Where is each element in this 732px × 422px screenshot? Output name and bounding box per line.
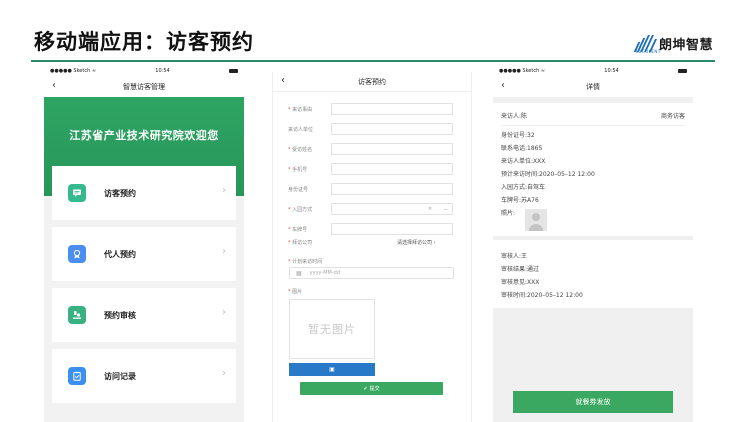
field-label: * 拜访公司 xyxy=(288,240,313,246)
host-name-input[interactable] xyxy=(331,143,453,155)
review-line: 审核意见:XXX xyxy=(501,279,540,286)
logo-text: 朗坤智慧 xyxy=(659,37,714,53)
company-picker[interactable]: 请选择拜访公司 › xyxy=(397,239,436,246)
plate-number-input[interactable] xyxy=(331,223,453,235)
field-label: * 计划来访时间 xyxy=(288,259,323,265)
upload-photo-button[interactable]: ▣ xyxy=(289,363,375,376)
carrier-text: ●●●●● Sketch ≈ xyxy=(499,68,546,74)
status-bar: ●●●●● Sketch ≈ 10:54 xyxy=(44,65,244,77)
entry-method-select[interactable] xyxy=(331,203,453,215)
review-info-card: 审核人:王 审核结果:通过 审核意见:XXX 审核时间:2020–05–12 1… xyxy=(493,240,693,308)
submit-button[interactable]: ✔ 提交 xyxy=(300,382,443,395)
review-line: 审核结果:通过 xyxy=(501,266,540,273)
check-icon: ✔ xyxy=(363,385,368,392)
date-placeholder: yyyy-MM-dd xyxy=(309,270,341,276)
clear-icon[interactable]: × xyxy=(428,206,432,212)
battery-icon xyxy=(228,69,238,73)
review-line: 审核时间:2020–05–12 12:00 xyxy=(501,292,583,299)
menu-label: 访问记录 xyxy=(104,371,136,381)
nav-bar: ‹ 访客预约 xyxy=(273,72,471,92)
image-icon: ▣ xyxy=(329,366,335,373)
info-line: 身份证号:32 xyxy=(501,132,535,139)
nav-title: 访客预约 xyxy=(358,77,386,86)
field-label: * 手机号 xyxy=(288,167,308,173)
visitor-company-input[interactable] xyxy=(331,123,453,135)
visit-date-input[interactable]: ▦ yyyy-MM-dd xyxy=(289,267,454,279)
field-label: 身份证号 xyxy=(288,187,309,193)
id-number-input[interactable] xyxy=(331,183,453,195)
chevron-right-icon: › xyxy=(222,307,226,318)
phone-input[interactable] xyxy=(331,163,453,175)
menu-item-booking-review[interactable]: 预约审核 › xyxy=(52,288,236,342)
phone-home-screen: ●●●●● Sketch ≈ 10:54 ‹ 智慧访客管理 江苏省产业技术研究院… xyxy=(44,65,244,422)
slide-title: 移动端应用：访客预约 xyxy=(34,30,254,54)
visit-reason-input[interactable] xyxy=(331,103,453,115)
back-icon[interactable]: ‹ xyxy=(501,80,505,91)
nav-title: 智慧访客管理 xyxy=(123,83,165,91)
submit-label: 提交 xyxy=(369,386,380,392)
chat-icon xyxy=(68,184,86,202)
photo-label: 照片: xyxy=(501,210,516,217)
field-label: * 图片 xyxy=(288,289,303,295)
nav-bar: ‹ 详情 xyxy=(493,77,693,97)
menu-item-proxy-booking[interactable]: 代人预约 › xyxy=(52,227,236,281)
battery-icon xyxy=(677,69,687,73)
field-label: 来访人单位 xyxy=(288,127,314,133)
logo-subtext: LUCULENT xyxy=(636,49,661,54)
menu-item-visit-records[interactable]: 访问记录 › xyxy=(52,349,236,403)
status-time: 10:54 xyxy=(155,68,170,74)
stamp-icon xyxy=(68,306,86,324)
issue-meal-voucher-button[interactable]: 就餐券发放 xyxy=(513,391,673,413)
chevron-right-icon: › xyxy=(222,246,226,257)
photo-preview: 暂无图片 xyxy=(289,299,375,359)
carrier-text: ●●●●● Sketch ≈ xyxy=(50,68,97,74)
avatar-placeholder-icon xyxy=(525,209,547,231)
visitor-name: 来访人:陈 xyxy=(501,113,528,120)
visit-type-tag: 商务访客 xyxy=(660,113,685,120)
clipboard-check-icon xyxy=(68,367,86,385)
menu-label: 访客预约 xyxy=(104,188,136,198)
field-label: * 来访事由 xyxy=(288,107,313,113)
nav-title: 详情 xyxy=(586,83,600,91)
chevron-right-icon: › xyxy=(222,368,226,379)
nav-bar: ‹ 智慧访客管理 xyxy=(44,77,244,97)
visitor-info-card: 来访人:陈 商务访客 身份证号:32 联系电话:1865 来访人单位:XXX 预… xyxy=(493,103,693,236)
calendar-icon: ▦ xyxy=(296,269,302,277)
info-line: 预计来访时间:2020–05–12 12:00 xyxy=(501,171,595,178)
chevron-right-icon: › xyxy=(433,240,436,246)
info-line: 车牌号:苏A76 xyxy=(501,197,539,204)
info-line: 入园方式:自驾车 xyxy=(501,184,546,191)
menu-item-visitor-booking[interactable]: 访客预约 › xyxy=(52,166,236,220)
field-label: * 车牌号 xyxy=(288,227,308,233)
back-icon[interactable]: ‹ xyxy=(281,75,285,86)
review-line: 审核人:王 xyxy=(501,253,528,260)
chevron-right-icon: › xyxy=(222,185,226,196)
header-divider xyxy=(31,60,715,62)
status-time: 10:54 xyxy=(604,68,619,74)
dropdown-icon[interactable]: － xyxy=(443,206,448,213)
field-label: * 受访姓名 xyxy=(288,147,313,153)
menu-label: 代人预约 xyxy=(104,249,136,259)
badge-icon xyxy=(68,245,86,263)
phone-booking-form: ‹ 访客预约 * 来访事由 来访人单位 * 受访姓名 * 手机号 身份证号 * … xyxy=(272,72,472,422)
info-line: 来访人单位:XXX xyxy=(501,158,546,165)
back-icon[interactable]: ‹ xyxy=(52,80,56,91)
status-bar: ●●●●● Sketch ≈ 10:54 xyxy=(493,65,693,77)
info-line: 联系电话:1865 xyxy=(501,145,543,152)
field-label: * 入园方式 xyxy=(288,207,313,213)
divider xyxy=(501,125,685,126)
phone-details-screen: ●●●●● Sketch ≈ 10:54 ‹ 详情 来访人:陈 商务访客 身份证… xyxy=(493,65,693,422)
menu-label: 预约审核 xyxy=(104,310,136,320)
